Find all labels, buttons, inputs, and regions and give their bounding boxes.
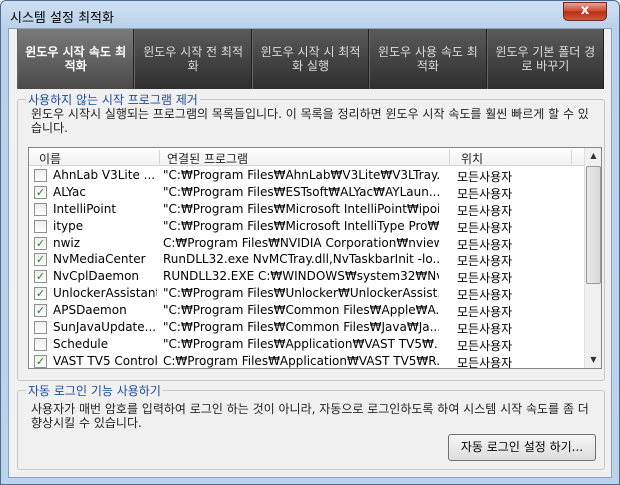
checkbox-icon[interactable]: ✓ <box>34 354 47 368</box>
row-location: 모든사용자 <box>457 220 513 235</box>
row-name: AhnLab V3Lite ... <box>53 168 156 182</box>
tab-label: 윈도우 사용 속도 최적화 <box>378 45 478 73</box>
row-program: C:₩Program Files₩Application₩VAST TV5₩R.… <box>163 353 439 368</box>
table-row[interactable]: Schedule "C:₩Program Files₩Application₩VA… <box>29 336 585 353</box>
checkbox-icon[interactable]: ✓ <box>34 270 47 284</box>
row-program: "C:₩Program Files₩Microsoft IntelliType … <box>163 218 439 233</box>
column-separator[interactable] <box>159 150 160 164</box>
autologin-description: 사용자가 매번 암호를 입력하여 로그인 하는 것이 아니라, 자동으로 로그인… <box>31 402 589 430</box>
checkbox-icon[interactable]: ✓ <box>34 287 47 301</box>
row-location: 모든사용자 <box>457 355 513 368</box>
row-program: RunDLL32.exe NvMCTray.dll,NvTaskbarInit … <box>163 252 439 267</box>
checkbox-icon[interactable]: ✓ <box>34 236 47 250</box>
tab-1[interactable]: 윈도우 시작 속도 최적화 <box>17 29 135 89</box>
scroll-down-icon[interactable]: ▼ <box>586 352 601 368</box>
scrollbar-thumb[interactable] <box>586 166 601 284</box>
row-program: "C:₩Program Files₩ESTsoft₩ALYac₩AYLaun..… <box>163 184 439 199</box>
table-row[interactable]: ✓ VAST TV5 Control C:₩Program Files₩Applic… <box>29 353 585 368</box>
table-row[interactable]: itype "C:₩Program Files₩Microsoft Intelli… <box>29 218 585 235</box>
row-location: 모든사용자 <box>457 305 513 320</box>
table-row[interactable]: ✓ UnlockerAssistant "C:₩Program Files₩Unlo… <box>29 285 585 302</box>
checkbox-icon[interactable] <box>34 202 47 216</box>
row-location: 모든사용자 <box>457 288 513 303</box>
row-name: NvMediaCenter <box>53 252 146 267</box>
row-location: 모든사용자 <box>457 271 513 286</box>
row-name: APSDaemon <box>53 303 127 318</box>
table-row[interactable]: ✓ NvMediaCenter RunDLL32.exe NvMCTray.dll,… <box>29 251 585 268</box>
row-program: "C:₩Program Files₩Common Files₩Java₩Ja..… <box>163 320 439 335</box>
row-name: VAST TV5 Control <box>53 353 157 368</box>
close-icon: x <box>580 3 590 18</box>
checkbox-icon[interactable]: ✓ <box>34 253 47 267</box>
row-location: 모든사용자 <box>457 170 513 184</box>
table-row[interactable]: ✓ APSDaemon "C:₩Program Files₩Common Files… <box>29 302 585 319</box>
table-row[interactable]: IntelliPoint "C:₩Program Files₩Microsoft … <box>29 201 585 218</box>
row-location: 모든사용자 <box>457 254 513 269</box>
row-location: 모든사용자 <box>457 186 513 201</box>
table-row[interactable]: ✓ ALYac "C:₩Program Files₩ESTsoft₩ALYac₩AY… <box>29 184 585 201</box>
row-name: Schedule <box>53 336 109 351</box>
tab-5[interactable]: 윈도우 기본 폴더 경로 바꾸기 <box>486 29 605 89</box>
column-header-location[interactable]: 위치 <box>461 150 483 167</box>
column-header-program[interactable]: 연결된 프로그램 <box>167 150 248 167</box>
checkbox-icon[interactable] <box>34 337 47 351</box>
list-header: 이름 연결된 프로그램 위치 <box>29 148 585 166</box>
startup-group-title: 사용하지 않는 시작 프로그램 제거 <box>26 91 200 108</box>
row-program: "C:₩Program Files₩Unlocker₩UnlockerAssis… <box>163 286 439 301</box>
row-program: "C:₩Program Files₩Application₩VAST TV5₩.… <box>163 336 439 351</box>
close-button[interactable]: x <box>563 2 607 21</box>
row-program: RUNDLL32.EXE C:₩WINDOWS₩system32₩Nv.... <box>163 269 439 284</box>
column-separator[interactable] <box>449 150 450 164</box>
table-row[interactable]: SunJavaUpdate... "C:₩Program Files₩Common… <box>29 319 585 336</box>
column-separator[interactable] <box>571 150 572 164</box>
checkbox-icon[interactable]: ✓ <box>34 304 47 318</box>
scroll-up-icon[interactable]: ▲ <box>586 148 601 164</box>
autologin-settings-button[interactable]: 자동 로그인 설정 하기... <box>448 434 596 461</box>
row-name: NvCplDaemon <box>53 269 140 284</box>
window-title: 시스템 설정 최적화 <box>10 11 114 26</box>
row-name: nwiz <box>53 235 81 250</box>
row-name: UnlockerAssistant <box>53 286 157 301</box>
row-name: ALYac <box>53 184 86 199</box>
tab-label: 윈도우 시작 속도 최적화 <box>25 45 127 73</box>
tab-2[interactable]: 윈도우 시작 전 최적화 <box>134 29 252 89</box>
list-rows: AhnLab V3Lite ... "C:₩Program Files₩AhnLa… <box>29 167 585 368</box>
autologin-group-title: 자동 로그인 기능 사용하기 <box>26 382 163 399</box>
row-location: 모든사용자 <box>457 237 513 252</box>
startup-group-description: 윈도우 시작시 실행되는 프로그램의 목록들입니다. 이 목록을 정리하면 윈도… <box>31 107 589 135</box>
row-name: SunJavaUpdate... <box>53 320 157 335</box>
tab-4[interactable]: 윈도우 사용 속도 최적화 <box>369 29 487 89</box>
row-location: 모든사용자 <box>457 322 513 337</box>
column-header-name[interactable]: 이름 <box>39 150 61 167</box>
table-row[interactable]: AhnLab V3Lite ... "C:₩Program Files₩AhnLa… <box>29 167 585 184</box>
app-window: 시스템 설정 최적화 x 윈도우 시작 속도 최적화 윈도우 시작 전 최적화 윈도… <box>0 0 620 485</box>
row-program: "C:₩Program Files₩Microsoft IntelliPoint… <box>163 201 439 216</box>
row-name: IntelliPoint <box>53 201 117 216</box>
table-row[interactable]: ✓ NvCplDaemon RUNDLL32.EXE C:₩WINDOWS₩syst… <box>29 268 585 285</box>
title-bar[interactable]: 시스템 설정 최적화 x <box>1 1 619 29</box>
row-location: 모든사용자 <box>457 338 513 353</box>
row-program: "C:₩Program Files₩AhnLab₩V3Lite₩V3LTray.… <box>163 168 439 182</box>
startup-program-list[interactable]: 이름 연결된 프로그램 위치 AhnLab V3Lite ... "C:₩Prog… <box>28 147 602 369</box>
tab-3[interactable]: 윈도우 시작 시 최적화 실행 <box>251 29 370 89</box>
checkbox-icon[interactable] <box>34 321 47 335</box>
tab-bar: 윈도우 시작 속도 최적화 윈도우 시작 전 최적화 윈도우 시작 시 최적화 실행… <box>17 29 605 89</box>
row-program: "C:₩Program Files₩Common Files₩Apple₩A..… <box>163 303 439 318</box>
tab-label: 윈도우 기본 폴더 경로 바꾸기 <box>495 45 596 73</box>
row-location: 모든사용자 <box>457 203 513 218</box>
checkbox-icon[interactable] <box>34 219 47 233</box>
row-program: C:₩Program Files₩NVIDIA Corporation₩nvie… <box>163 235 439 250</box>
row-name: itype <box>53 218 84 233</box>
dialog-body: 윈도우 시작 속도 최적화 윈도우 시작 전 최적화 윈도우 시작 시 최적화 실행… <box>8 28 612 478</box>
table-row[interactable]: ✓ nwiz C:₩Program Files₩NVIDIA Corporation… <box>29 235 585 252</box>
tab-label: 윈도우 시작 전 최적화 <box>143 45 243 73</box>
checkbox-icon[interactable] <box>34 169 47 182</box>
tab-label: 윈도우 시작 시 최적화 실행 <box>260 45 361 73</box>
vertical-scrollbar[interactable]: ▲ ▼ <box>584 148 601 368</box>
checkbox-icon[interactable]: ✓ <box>34 185 47 199</box>
